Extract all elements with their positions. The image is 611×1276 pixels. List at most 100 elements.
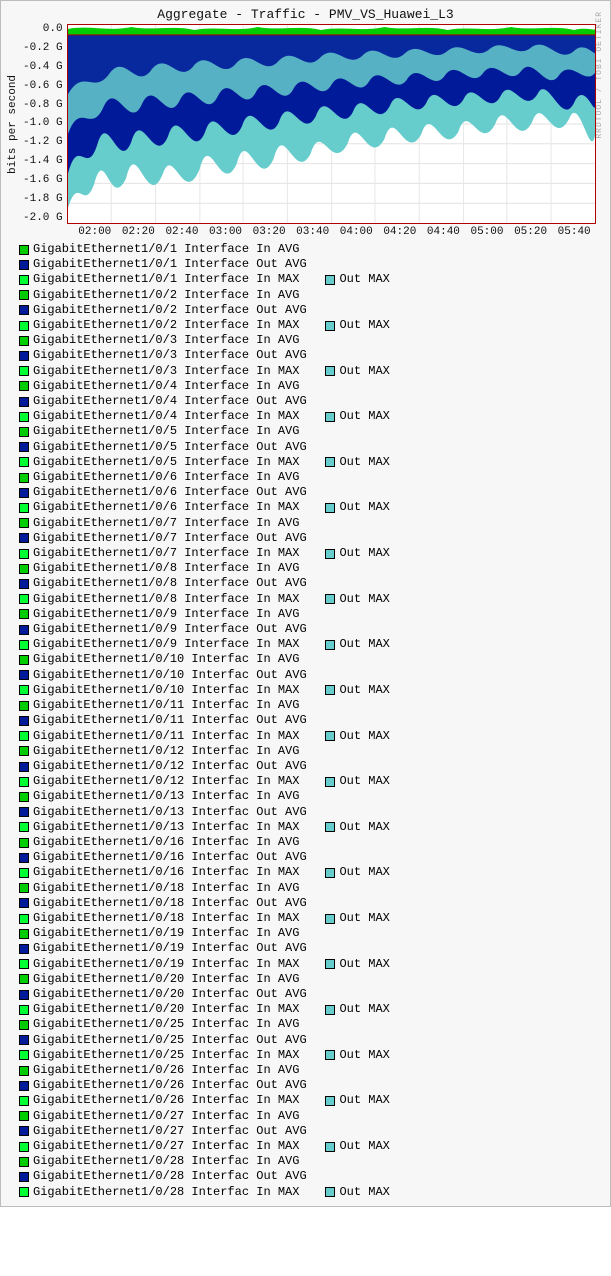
legend-swatch xyxy=(19,488,29,498)
legend-label: GigabitEthernet1/0/19 Interfac Out AVG xyxy=(33,941,307,956)
legend-swatch xyxy=(19,853,29,863)
x-tick: 05:40 xyxy=(552,226,596,238)
legend-swatch xyxy=(19,898,29,908)
legend-label: GigabitEthernet1/0/6 Interface Out AVG xyxy=(33,485,307,500)
legend-row: GigabitEthernet1/0/18 Interfac In MAXOut… xyxy=(19,911,604,926)
legend-swatch xyxy=(19,336,29,346)
legend-swatch xyxy=(19,245,29,255)
legend-row: GigabitEthernet1/0/20 Interfac Out AVG xyxy=(19,987,604,1002)
legend-row: GigabitEthernet1/0/9 Interface In AVG xyxy=(19,607,604,622)
y-tick: -1.4 G xyxy=(23,156,63,167)
legend-label: GigabitEthernet1/0/2 Interface In MAX xyxy=(33,318,299,333)
legend-row: GigabitEthernet1/0/26 Interfac In AVG xyxy=(19,1063,604,1078)
legend-swatch xyxy=(19,716,29,726)
legend-label: GigabitEthernet1/0/16 Interfac Out AVG xyxy=(33,850,307,865)
legend-label: GigabitEthernet1/0/26 Interfac Out AVG xyxy=(33,1078,307,1093)
legend-label: GigabitEthernet1/0/11 Interfac In MAX xyxy=(33,729,299,744)
legend-swatch xyxy=(325,640,335,650)
legend-swatch xyxy=(19,838,29,848)
legend-swatch xyxy=(19,1126,29,1136)
legend-label: Out MAX xyxy=(339,272,389,287)
legend-swatch xyxy=(19,1157,29,1167)
legend-swatch xyxy=(19,533,29,543)
legend-row: GigabitEthernet1/0/10 Interfac Out AVG xyxy=(19,668,604,683)
legend-label: GigabitEthernet1/0/27 Interfac Out AVG xyxy=(33,1124,307,1139)
legend-label: GigabitEthernet1/0/13 Interfac Out AVG xyxy=(33,805,307,820)
legend-label: Out MAX xyxy=(339,455,389,470)
legend-label: GigabitEthernet1/0/20 Interfac In AVG xyxy=(33,972,299,987)
legend-row: GigabitEthernet1/0/3 Interface In AVG xyxy=(19,333,604,348)
legend-swatch xyxy=(19,731,29,741)
legend-row: GigabitEthernet1/0/4 Interface Out AVG xyxy=(19,394,604,409)
legend-label: Out MAX xyxy=(339,774,389,789)
legend-row: GigabitEthernet1/0/19 Interfac In AVG xyxy=(19,926,604,941)
legend-swatch xyxy=(19,1050,29,1060)
legend-label: Out MAX xyxy=(339,820,389,835)
legend-swatch xyxy=(19,1005,29,1015)
legend-label: Out MAX xyxy=(339,1139,389,1154)
legend-label: GigabitEthernet1/0/1 Interface Out AVG xyxy=(33,257,307,272)
legend-label: GigabitEthernet1/0/11 Interfac Out AVG xyxy=(33,713,307,728)
legend-swatch xyxy=(19,366,29,376)
legend-row: GigabitEthernet1/0/12 Interfac In MAXOut… xyxy=(19,774,604,789)
chart-area: bits per second 0.0-0.2 G-0.4 G-0.6 G-0.… xyxy=(1,24,610,224)
legend-label: GigabitEthernet1/0/19 Interfac In AVG xyxy=(33,926,299,941)
plot-canvas xyxy=(67,24,596,224)
x-tick: 05:00 xyxy=(465,226,509,238)
legend-label: GigabitEthernet1/0/6 Interface In AVG xyxy=(33,470,299,485)
legend-swatch xyxy=(19,929,29,939)
y-tick: -0.8 G xyxy=(23,100,63,111)
legend-swatch xyxy=(325,685,335,695)
legend-label: Out MAX xyxy=(339,729,389,744)
legend-label: GigabitEthernet1/0/5 Interface In AVG xyxy=(33,424,299,439)
legend-label: GigabitEthernet1/0/8 Interface In AVG xyxy=(33,561,299,576)
legend-label: GigabitEthernet1/0/26 Interfac In AVG xyxy=(33,1063,299,1078)
x-tick: 05:20 xyxy=(509,226,553,238)
legend-swatch xyxy=(19,762,29,772)
legend-swatch xyxy=(325,731,335,741)
legend-swatch xyxy=(325,959,335,969)
legend-swatch xyxy=(19,807,29,817)
legend-label: Out MAX xyxy=(339,1002,389,1017)
legend-swatch xyxy=(19,1111,29,1121)
legend-row: GigabitEthernet1/0/6 Interface In AVG xyxy=(19,470,604,485)
y-tick: -2.0 G xyxy=(23,213,63,224)
legend-label: GigabitEthernet1/0/9 Interface Out AVG xyxy=(33,622,307,637)
legend-label: GigabitEthernet1/0/11 Interfac In AVG xyxy=(33,698,299,713)
legend-swatch xyxy=(19,397,29,407)
legend-label: Out MAX xyxy=(339,546,389,561)
legend-swatch xyxy=(19,503,29,513)
legend-swatch xyxy=(325,321,335,331)
legend-swatch xyxy=(325,457,335,467)
legend-label: GigabitEthernet1/0/5 Interface Out AVG xyxy=(33,440,307,455)
legend-row: GigabitEthernet1/0/16 Interfac Out AVG xyxy=(19,850,604,865)
legend-label: GigabitEthernet1/0/9 Interface In MAX xyxy=(33,637,299,652)
legend-swatch xyxy=(19,305,29,315)
legend-label: GigabitEthernet1/0/1 Interface In MAX xyxy=(33,272,299,287)
legend-swatch xyxy=(19,655,29,665)
y-axis-label: bits per second xyxy=(5,24,21,224)
legend-swatch xyxy=(19,381,29,391)
legend-label: GigabitEthernet1/0/18 Interfac In AVG xyxy=(33,881,299,896)
legend-row: GigabitEthernet1/0/3 Interface Out AVG xyxy=(19,348,604,363)
legend-row: GigabitEthernet1/0/28 Interfac In AVG xyxy=(19,1154,604,1169)
legend-label: Out MAX xyxy=(339,409,389,424)
legend-swatch xyxy=(19,457,29,467)
legend-swatch xyxy=(325,503,335,513)
x-tick: 02:20 xyxy=(117,226,161,238)
legend-row: GigabitEthernet1/0/16 Interfac In MAXOut… xyxy=(19,865,604,880)
legend-swatch xyxy=(19,290,29,300)
legend-row: GigabitEthernet1/0/1 Interface In MAX Out… xyxy=(19,272,604,287)
legend-label: GigabitEthernet1/0/3 Interface In AVG xyxy=(33,333,299,348)
legend-row: GigabitEthernet1/0/1 Interface Out AVG xyxy=(19,257,604,272)
legend-label: GigabitEthernet1/0/25 Interfac In AVG xyxy=(33,1017,299,1032)
legend-row: GigabitEthernet1/0/8 Interface In AVG xyxy=(19,561,604,576)
legend-row: GigabitEthernet1/0/28 Interfac Out AVG xyxy=(19,1169,604,1184)
legend-row: GigabitEthernet1/0/20 Interfac In AVG xyxy=(19,972,604,987)
legend-swatch xyxy=(19,549,29,559)
legend-row: GigabitEthernet1/0/5 Interface In AVG xyxy=(19,424,604,439)
legend-label: GigabitEthernet1/0/28 Interfac In MAX xyxy=(33,1185,299,1200)
legend-label: GigabitEthernet1/0/19 Interfac In MAX xyxy=(33,957,299,972)
legend-swatch xyxy=(325,412,335,422)
legend-row: GigabitEthernet1/0/5 Interface In MAXOut… xyxy=(19,455,604,470)
